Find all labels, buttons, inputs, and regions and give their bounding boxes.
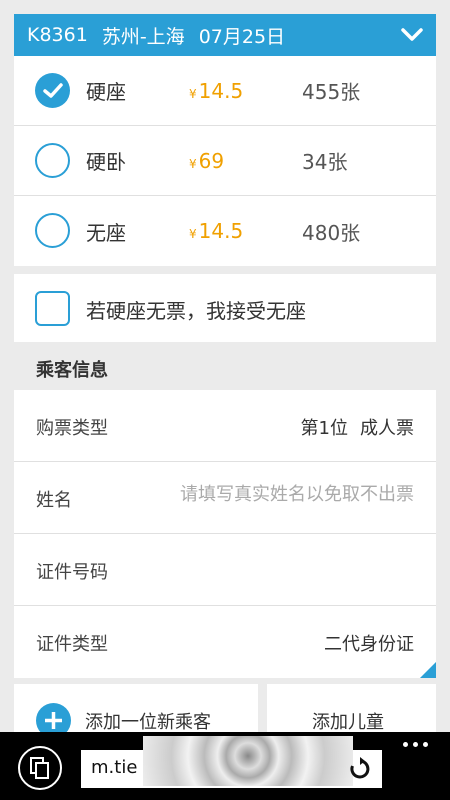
obscured-overlay [143, 736, 353, 786]
name-input[interactable] [144, 484, 414, 505]
url-text: m.tie [91, 757, 138, 778]
seat-count: 34张 [302, 150, 348, 174]
dropdown-corner-icon [420, 662, 436, 678]
name-row: 姓名 [14, 462, 436, 534]
browser-bar: m.tie [0, 732, 450, 800]
checkbox-icon[interactable] [35, 291, 70, 326]
seat-name: 无座 [86, 220, 126, 245]
id-type-label: 证件类型 [36, 634, 108, 655]
id-number-row: 证件号码 [14, 534, 436, 606]
ticket-type-value: 第1位 成人票 [300, 418, 414, 439]
seat-option[interactable]: 硬座 ¥14.5 455张 [14, 56, 436, 126]
add-passenger-label: 添加一位新乘客 [85, 712, 211, 733]
radio-icon[interactable] [35, 213, 70, 248]
seat-name: 硬卧 [86, 150, 126, 174]
add-child-label: 添加儿童 [312, 712, 384, 733]
seat-option[interactable]: 硬卧 ¥69 34张 [14, 126, 436, 196]
accept-no-seat-label: 若硬座无票，我接受无座 [86, 299, 306, 323]
passenger-section-title: 乘客信息 [36, 360, 108, 381]
more-icon[interactable] [403, 742, 428, 747]
train-header[interactable]: K8361 苏州-上海 07月25日 [14, 14, 436, 56]
seat-list: 硬座 ¥14.5 455张 硬卧 ¥69 34张 无座 ¥14.5 480张 [14, 56, 436, 266]
seat-price: ¥14.5 [189, 219, 244, 243]
address-bar[interactable]: m.tie [81, 736, 382, 788]
ticket-type-row[interactable]: 购票类型 第1位 成人票 [14, 390, 436, 462]
radio-icon[interactable] [35, 143, 70, 178]
id-type-row[interactable]: 证件类型 二代身份证 [14, 606, 436, 678]
seat-count: 455张 [302, 80, 361, 104]
seat-price: ¥69 [189, 148, 225, 173]
train-number: K8361 [27, 24, 88, 46]
name-label: 姓名 [36, 490, 72, 511]
id-number-label: 证件号码 [36, 562, 108, 583]
radio-checked-icon[interactable] [35, 73, 70, 108]
ticket-type-label: 购票类型 [36, 418, 108, 439]
seat-price: ¥14.5 [189, 78, 244, 103]
seat-option[interactable]: 无座 ¥14.5 480张 [14, 196, 436, 266]
accept-no-seat-option[interactable]: 若硬座无票，我接受无座 [14, 274, 436, 342]
seat-name: 硬座 [86, 80, 126, 104]
passenger-form: 购票类型 第1位成人票 姓名 证件号码 证件类型 二代身份证 [14, 390, 436, 678]
chevron-down-icon[interactable] [401, 25, 423, 45]
tabs-icon[interactable] [18, 746, 62, 790]
id-number-input[interactable] [144, 556, 414, 577]
travel-date: 07月25日 [198, 25, 286, 48]
id-type-value: 二代身份证 [324, 634, 414, 655]
seat-count: 480张 [302, 220, 361, 245]
refresh-icon[interactable] [348, 757, 372, 781]
route: 苏州-上海 [101, 25, 185, 48]
